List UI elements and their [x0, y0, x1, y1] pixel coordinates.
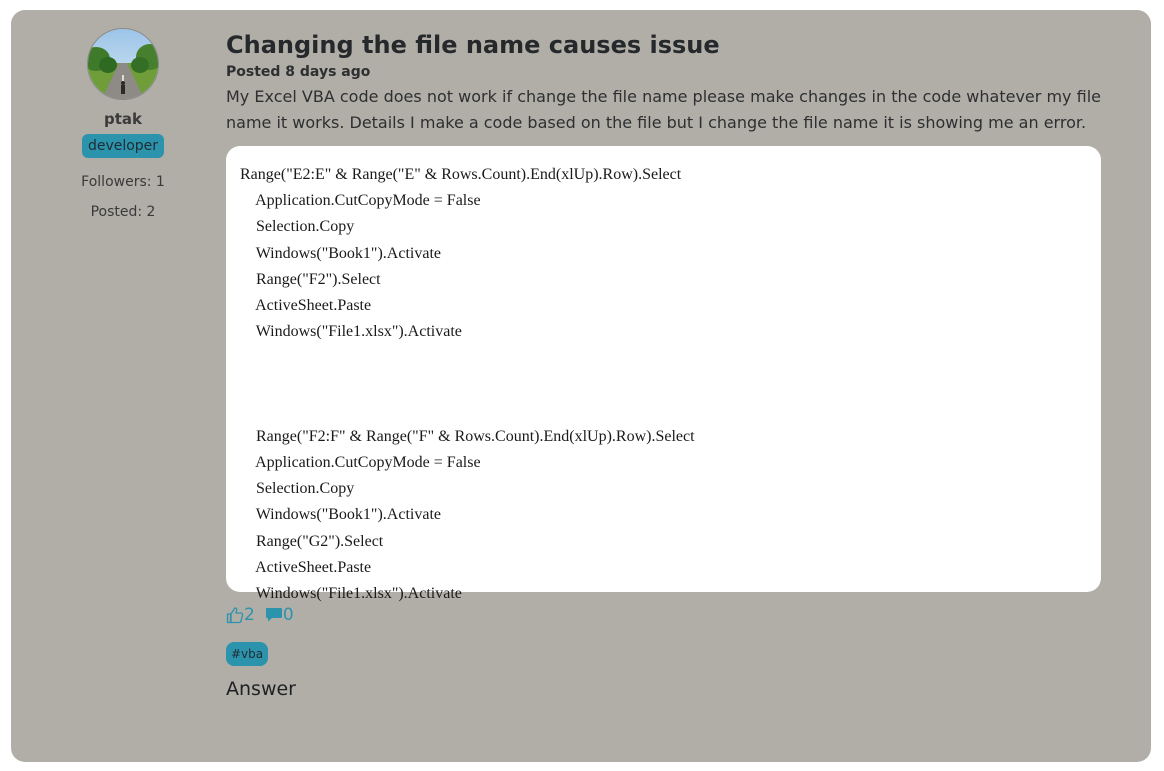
code-block: Range("E2:E" & Range("E" & Rows.Count).E… — [226, 146, 1101, 602]
code-line: Application.CutCopyMode = False — [240, 454, 481, 472]
role-badge: developer — [81, 134, 165, 158]
code-line: Windows("File1.xlsx").Activate — [240, 323, 462, 341]
code-line: Windows("Book1").Activate — [240, 506, 441, 524]
code-line: Selection.Copy — [240, 218, 355, 236]
post-main: Changing the file name causes issue Post… — [226, 28, 1101, 700]
code-line: Selection.Copy — [240, 480, 355, 498]
post-meta: Posted 8 days ago — [226, 64, 371, 80]
avatar-photo-icon — [88, 29, 158, 99]
tag-vba[interactable]: #vba — [226, 642, 269, 666]
code-line: ActiveSheet.Paste — [240, 558, 372, 576]
followers-count: Followers: 1 — [81, 174, 165, 190]
like-count: 2 — [244, 605, 255, 625]
avatar[interactable] — [87, 28, 159, 100]
reactions-bar: 2 0 — [226, 604, 1101, 626]
code-line: Windows("Book1").Activate — [240, 244, 441, 262]
post-card: ptak developer Followers: 1 Posted: 2 Ch… — [11, 10, 1151, 762]
like-button[interactable]: 2 — [226, 605, 255, 625]
code-line: Range("F2:F" & Range("F" & Rows.Count).E… — [240, 427, 695, 445]
code-line: ActiveSheet.Paste — [240, 296, 372, 314]
post-body: My Excel VBA code does not work if chang… — [226, 87, 1101, 132]
author-name[interactable]: ptak — [73, 110, 173, 128]
author-panel: ptak developer Followers: 1 Posted: 2 — [73, 28, 173, 220]
answer-heading: Answer — [226, 678, 296, 700]
posted-count: Posted: 2 — [90, 204, 156, 220]
post-title: Changing the file name causes issue — [226, 31, 720, 59]
thumbs-up-icon — [226, 606, 244, 624]
comment-count: 0 — [282, 605, 294, 625]
code-line: Range("E2:E" & Range("E" & Rows.Count).E… — [240, 166, 682, 183]
code-line: Range("F2").Select — [240, 270, 381, 288]
code-line: Application.CutCopyMode = False — [240, 192, 481, 210]
comment-icon — [265, 606, 283, 624]
comment-button[interactable]: 0 — [265, 605, 294, 625]
code-line: Range("G2").Select — [240, 532, 384, 550]
